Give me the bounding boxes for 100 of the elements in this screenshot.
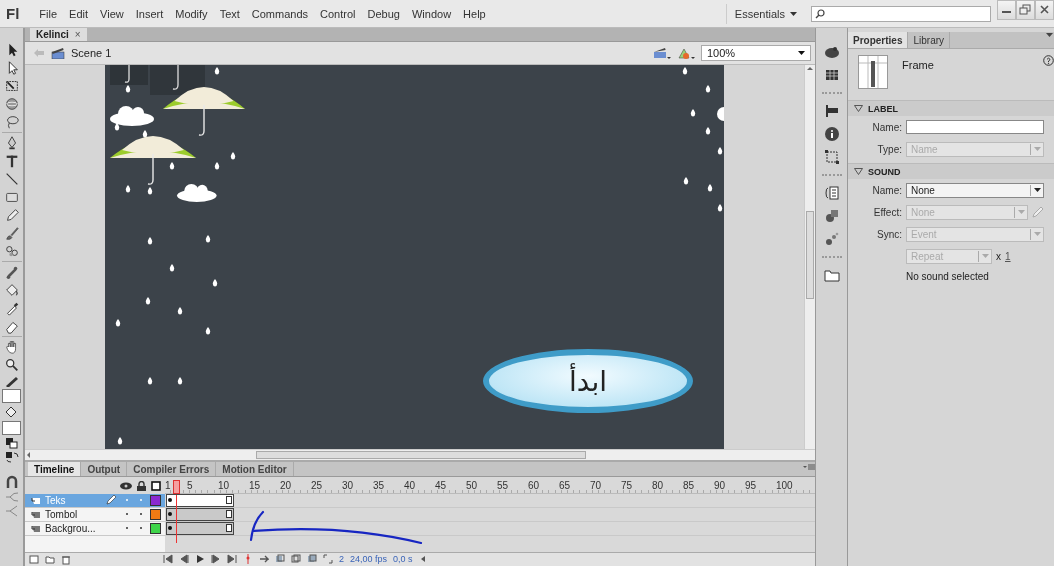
caret-icon [1034,188,1041,192]
lock-icon[interactable] [137,480,146,491]
new-folder-icon[interactable] [45,553,55,565]
menu-item[interactable]: Edit [63,7,95,20]
panel-tab[interactable]: Library [908,32,951,48]
fill-color-swatch[interactable] [2,421,21,435]
menu-item[interactable]: File [33,7,64,20]
input-field[interactable] [906,120,1044,134]
default-colors-icon[interactable] [4,437,19,449]
menu-item[interactable]: View [94,7,130,20]
outline-icon[interactable] [151,480,161,491]
swap-colors-icon[interactable] [4,451,19,463]
menu-item[interactable]: Text [213,7,246,20]
panel-tab[interactable]: Properties [848,32,909,48]
frame-number: 50 [466,479,479,491]
expanded-triangle-icon [854,105,863,112]
frame-number: 15 [249,479,262,491]
menu-item[interactable]: Help [457,7,492,20]
scene-name: Scene 1 [71,47,112,59]
workspace-switcher[interactable]: Essentials [725,3,797,24]
transform-icon[interactable] [823,149,840,165]
onion-skin-icon[interactable] [275,554,285,565]
edit-scene-icon[interactable] [653,46,671,60]
frame-rate: 24,00 fps [350,554,388,565]
field-label: Effect: [872,206,902,218]
info-icon[interactable] [823,126,840,142]
section-title: SOUND [868,166,901,177]
frame-number: 95 [745,479,758,491]
section-title: LABEL [868,103,898,114]
go-to-first-frame-icon[interactable] [163,554,173,565]
dropdown[interactable]: None [906,182,1044,198]
step-forward-icon[interactable] [211,554,221,565]
layer-icon [31,495,41,505]
menu-item[interactable]: Modify [169,7,214,20]
playhead-line [176,495,177,543]
field-label: Type: [876,143,902,155]
playhead-handle[interactable] [173,480,180,494]
swatches-icon[interactable] [823,67,840,83]
frame-number: 100 [776,479,794,491]
start-button[interactable]: ابدأ [483,349,693,413]
frame-number: 85 [683,479,696,491]
code-snippets-icon[interactable] [823,185,840,201]
edit-multiple-frames-icon[interactable] [307,554,317,565]
caret-icon [798,51,805,55]
panel-menu-icon[interactable] [1046,32,1054,38]
search-icon [815,8,825,19]
help-icon[interactable] [1043,55,1054,66]
project-folder-icon[interactable] [823,267,840,283]
horizontal-scrollbar-thumb[interactable] [256,451,586,459]
align-icon[interactable] [823,103,840,119]
loop-icon[interactable] [259,554,269,565]
vertical-scrollbar-thumb[interactable] [806,211,814,299]
panel-tab[interactable]: Motion Editor [216,462,294,477]
zoom-select[interactable]: 100% [701,45,811,61]
layer-color-swatch[interactable] [150,508,161,520]
panel-tab[interactable]: Timeline [28,462,82,477]
go-to-last-frame-icon[interactable] [227,554,237,565]
restore-icon[interactable] [1016,0,1035,20]
caret-icon [1018,210,1025,214]
menu-item[interactable]: Window [405,7,458,20]
tab-close-button[interactable]: × [74,29,81,40]
search-field[interactable] [811,5,991,22]
components-icon[interactable] [823,208,840,224]
frame-number: 35 [373,479,386,491]
edit-symbols-icon[interactable] [677,46,695,60]
menu-item[interactable]: Commands [245,7,315,20]
frame-number: 80 [652,479,665,491]
frame-span[interactable] [166,493,234,507]
layer-color-swatch[interactable] [150,522,161,534]
caret-icon [790,11,797,16]
menu-item[interactable]: Control [314,7,362,20]
close-icon[interactable] [1035,0,1054,20]
section-header[interactable]: LABEL [848,100,1054,116]
snap-magnet-icon[interactable] [4,475,19,489]
onion-markers-icon[interactable] [323,554,333,565]
layer-color-swatch[interactable] [150,494,161,506]
eye-icon[interactable] [120,481,132,490]
menu-item[interactable]: Insert [129,7,170,20]
current-frame: 2 [339,554,344,565]
frame-number: 70 [590,479,603,491]
section-header[interactable]: SOUND [848,163,1054,179]
play-icon[interactable] [195,554,205,565]
motion-presets-icon[interactable] [823,231,840,247]
frame-number: 25 [311,479,324,491]
layer-name: Backgrou... [45,522,97,534]
new-layer-icon[interactable] [29,553,39,565]
panel-tab[interactable]: Output [81,462,128,477]
panel-tab[interactable]: Compiler Errors [127,462,217,477]
minimize-icon[interactable] [997,0,1016,20]
frame-number: 45 [435,479,448,491]
document-tab[interactable]: Kelinci × [30,28,87,41]
delete-icon[interactable] [61,553,71,565]
onion-outlines-icon[interactable] [291,554,301,565]
frame-number: 5 [187,479,194,491]
field-label: Name: [871,121,902,133]
layer-name: Tombol [45,508,79,520]
step-back-icon[interactable] [179,554,189,565]
menu-item[interactable]: Debug [361,7,406,20]
clapperboard-icon [51,47,65,59]
stroke-color-swatch[interactable] [2,389,21,403]
